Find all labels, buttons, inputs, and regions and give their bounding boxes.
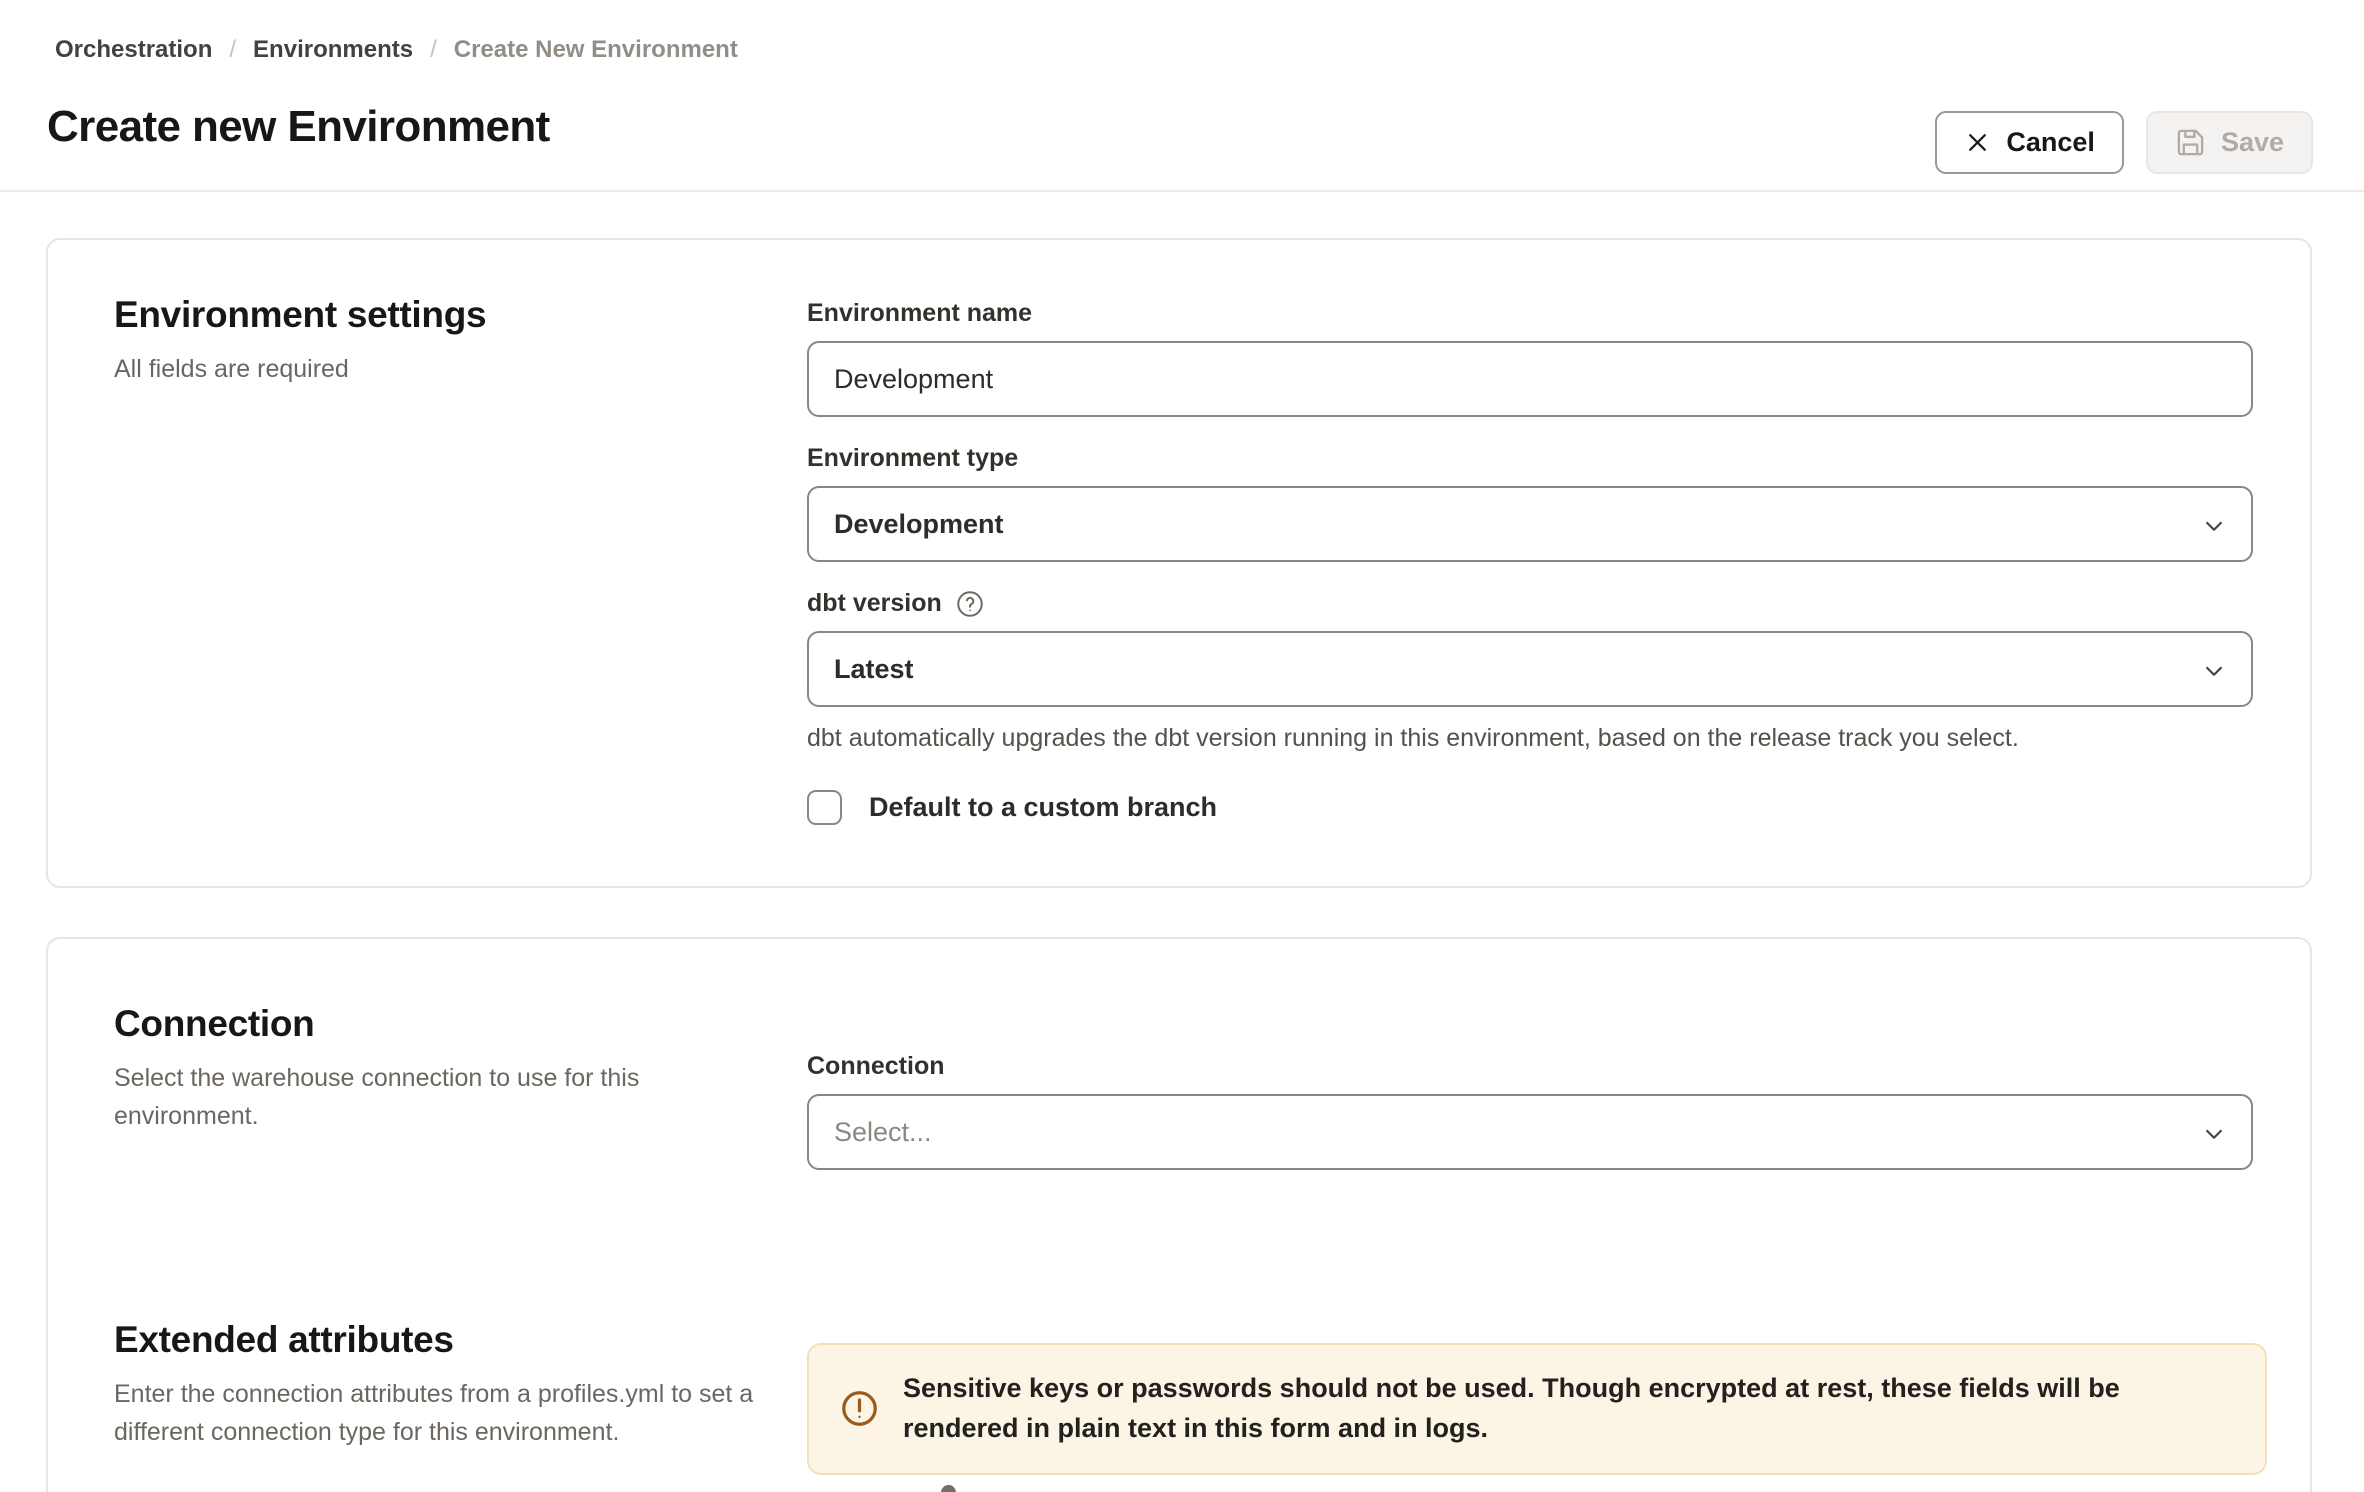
breadcrumb: Orchestration / Environments / Create Ne… — [55, 36, 738, 64]
chevron-down-icon — [2199, 656, 2229, 686]
environment-type-select[interactable]: Development — [807, 486, 2253, 562]
custom-branch-row: Default to a custom branch — [807, 790, 2253, 825]
connection-placeholder: Select... — [834, 1117, 932, 1148]
page-title: Create new Environment — [47, 102, 550, 152]
breadcrumb-separator: / — [430, 36, 437, 64]
connection-description: Select the warehouse connection to use f… — [114, 1060, 679, 1135]
dbt-version-select[interactable]: Latest — [807, 631, 2253, 707]
environment-type-value: Development — [834, 509, 1004, 540]
breadcrumb-item-orchestration[interactable]: Orchestration — [55, 36, 212, 64]
floppy-disk-icon — [2175, 127, 2206, 158]
extended-attributes-heading: Extended attributes — [114, 1319, 754, 1361]
breadcrumb-item-environments[interactable]: Environments — [253, 36, 413, 64]
cancel-button-label: Cancel — [2006, 127, 2095, 158]
connection-field: Connection Select... — [807, 1051, 2253, 1170]
header-divider — [0, 190, 2364, 192]
help-circle-icon[interactable] — [955, 589, 985, 619]
environment-settings-subheading: All fields are required — [114, 351, 714, 389]
connection-label: Connection — [807, 1051, 2253, 1082]
extended-attributes-description: Enter the connection attributes from a p… — [114, 1376, 754, 1451]
environment-settings-card: Environment settings All fields are requ… — [46, 238, 2312, 888]
dbt-version-field: dbt version Latest dbt automatically upg… — [807, 588, 2253, 754]
x-icon — [1964, 129, 1991, 156]
save-button[interactable]: Save — [2146, 111, 2313, 174]
environment-settings-heading: Environment settings — [114, 294, 714, 336]
connection-heading: Connection — [114, 1003, 679, 1045]
cancel-button[interactable]: Cancel — [1935, 111, 2124, 174]
alert-circle-icon — [839, 1388, 880, 1429]
sensitive-keys-warning-banner: Sensitive keys or passwords should not b… — [807, 1343, 2267, 1475]
custom-branch-checkbox[interactable] — [807, 790, 842, 825]
breadcrumb-separator: / — [229, 36, 236, 64]
environment-type-field: Environment type Development — [807, 443, 2253, 562]
header-actions: Cancel Save — [1935, 111, 2313, 174]
environment-name-field: Environment name — [807, 298, 2253, 417]
connection-card: Connection Select the warehouse connecti… — [46, 937, 2312, 1492]
chevron-down-icon — [2199, 1119, 2229, 1149]
chevron-down-icon — [2199, 511, 2229, 541]
breadcrumb-item-current: Create New Environment — [454, 36, 738, 64]
connection-select[interactable]: Select... — [807, 1094, 2253, 1170]
sensitive-keys-warning-text: Sensitive keys or passwords should not b… — [903, 1369, 2235, 1449]
environment-name-input[interactable] — [807, 341, 2253, 417]
dbt-version-helper: dbt automatically upgrades the dbt versi… — [807, 723, 2253, 754]
save-button-label: Save — [2221, 127, 2284, 158]
environment-name-label: Environment name — [807, 298, 2253, 329]
custom-branch-label: Default to a custom branch — [869, 792, 1217, 823]
dbt-version-value: Latest — [834, 654, 914, 685]
dbt-version-label: dbt version — [807, 588, 942, 619]
environment-type-label: Environment type — [807, 443, 2253, 474]
